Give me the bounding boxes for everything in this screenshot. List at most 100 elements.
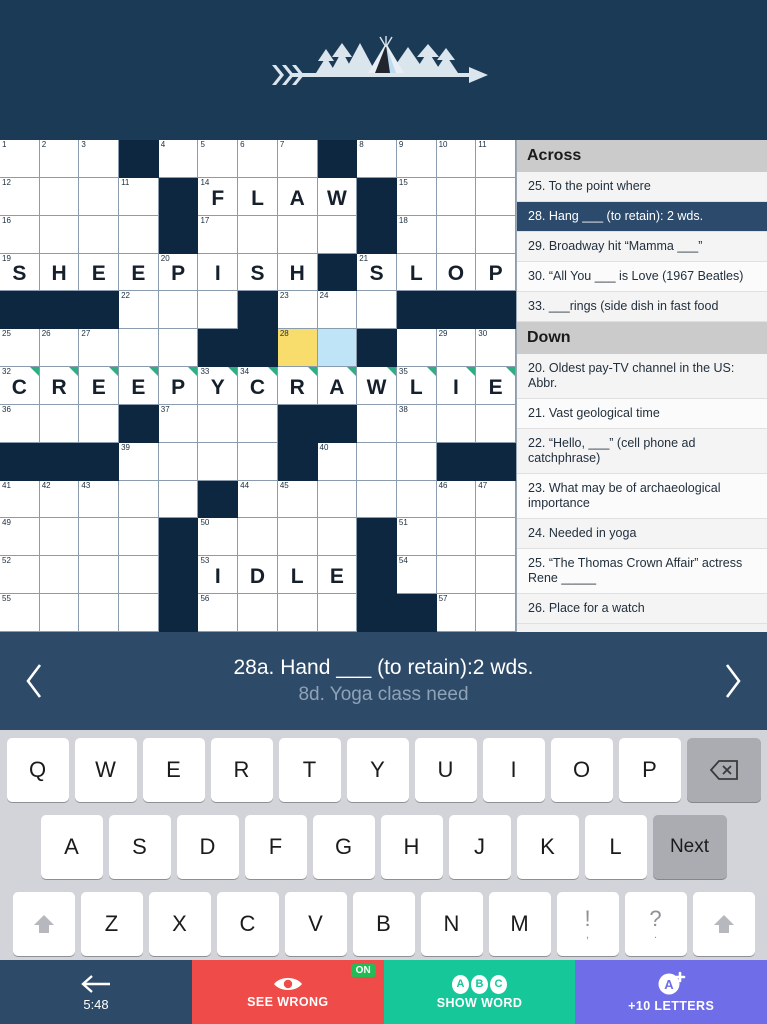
grid-cell[interactable]: 17 — [198, 215, 239, 254]
grid-cell[interactable] — [119, 594, 159, 632]
grid-cell[interactable]: A — [277, 177, 318, 216]
grid-cell[interactable] — [79, 594, 120, 632]
key-p[interactable]: P — [618, 738, 681, 802]
grid-cell[interactable]: 42 — [39, 480, 80, 519]
grid-cell[interactable] — [317, 480, 358, 519]
grid-cell[interactable]: 54 — [396, 556, 437, 595]
grid-cell[interactable] — [396, 442, 437, 481]
grid-cell[interactable] — [436, 215, 477, 254]
grid-cell[interactable]: E — [119, 367, 159, 405]
grid-cell[interactable] — [39, 594, 80, 632]
key-c[interactable]: C — [216, 892, 279, 956]
grid-cell[interactable] — [39, 215, 80, 254]
grid-cell[interactable]: 5 — [198, 140, 239, 178]
grid-cell[interactable]: 6 — [238, 140, 278, 178]
grid-cell[interactable]: 38 — [396, 404, 437, 443]
grid-cell[interactable]: 35 L — [396, 367, 437, 405]
grid-cell[interactable] — [198, 404, 239, 443]
grid-cell[interactable]: 45 — [277, 480, 318, 519]
grid-cell[interactable]: R — [39, 367, 80, 405]
grid-cell[interactable] — [119, 518, 159, 557]
down-clue-item[interactable]: 20. Oldest pay-TV channel in the US: Abb… — [517, 354, 767, 399]
key-exclamation-comma[interactable]: !, — [556, 892, 619, 956]
grid-cell[interactable] — [238, 442, 278, 481]
grid-cell[interactable]: 8 — [357, 140, 397, 178]
keyboard-row-2[interactable]: A S D F G H J K L Next — [4, 815, 763, 879]
grid-cell[interactable] — [277, 594, 318, 632]
grid-cell[interactable] — [39, 177, 80, 216]
shift-up-icon-right[interactable] — [692, 892, 755, 956]
current-clue-primary[interactable]: 28a. Hand ___ (to retain):2 wds. — [104, 654, 664, 682]
grid-cell[interactable]: 18 — [396, 215, 437, 254]
across-clue-item[interactable]: 30. “All You ___ is Love (1967 Beatles) — [517, 262, 767, 292]
key-f[interactable]: F — [244, 815, 307, 879]
grid-cell[interactable] — [119, 556, 159, 595]
across-clue-item[interactable]: 29. Broadway hit “Mamma ___” — [517, 232, 767, 262]
grid-cell[interactable] — [158, 291, 199, 330]
grid-cell[interactable]: E — [317, 556, 358, 595]
grid-cell[interactable] — [79, 215, 120, 254]
back-button[interactable]: 5:48 — [0, 960, 192, 1024]
key-q[interactable]: Q — [6, 738, 69, 802]
grid-cell[interactable]: O — [436, 253, 477, 292]
keyboard-row-3[interactable]: Z X C V B N M!,?. — [4, 892, 763, 956]
grid-cell[interactable] — [238, 594, 278, 632]
shift-up-icon-left[interactable] — [12, 892, 75, 956]
down-clue-item[interactable]: 21. Vast geological time — [517, 399, 767, 429]
grid-cell[interactable]: L — [277, 556, 318, 595]
across-clue-item[interactable]: 25. To the point where — [517, 172, 767, 202]
grid-cell[interactable]: 23 — [277, 291, 318, 330]
grid-cell[interactable]: 51 — [396, 518, 437, 557]
on-screen-keyboard[interactable]: QWERTYUIOP A S D F G H J K L Next Z X C V B N M!,?. — [0, 730, 767, 960]
grid-cell[interactable] — [119, 480, 159, 519]
backspace-icon[interactable] — [686, 738, 761, 802]
key-u[interactable]: U — [414, 738, 477, 802]
grid-cell[interactable] — [39, 404, 80, 443]
grid-cell[interactable]: I — [436, 367, 477, 405]
key-g[interactable]: G — [312, 815, 375, 879]
chevron-right-icon[interactable] — [705, 632, 761, 730]
key-m[interactable]: M — [488, 892, 551, 956]
grid-cell[interactable]: 16 — [0, 215, 40, 254]
grid-cell[interactable]: 27 — [79, 329, 120, 368]
grid-cell[interactable]: 43 — [79, 480, 120, 519]
keyboard-row-1[interactable]: QWERTYUIOP — [4, 738, 763, 802]
grid-cell[interactable]: 1 — [0, 140, 40, 178]
grid-cell[interactable]: 47 — [476, 480, 516, 519]
grid-cell[interactable] — [357, 480, 397, 519]
current-clue-secondary[interactable]: 8d. Yoga class need — [104, 682, 664, 708]
grid-cell[interactable]: H — [277, 253, 318, 292]
key-o[interactable]: O — [550, 738, 613, 802]
clue-list-panel[interactable]: Across 25. To the point where 28. Hang __… — [516, 140, 767, 632]
grid-cell[interactable]: 41 — [0, 480, 40, 519]
key-a[interactable]: A — [40, 815, 103, 879]
grid-cell[interactable]: W — [357, 367, 397, 405]
key-j[interactable]: J — [448, 815, 511, 879]
grid-cell[interactable] — [476, 594, 516, 632]
add-letters-button[interactable]: A +10 LETTERS — [575, 960, 767, 1024]
grid-cell[interactable]: P — [476, 253, 516, 292]
grid-cell[interactable] — [158, 442, 199, 481]
grid-cell[interactable]: D — [238, 556, 278, 595]
grid-cell[interactable]: 3 — [79, 140, 120, 178]
key-question-period[interactable]: ?. — [624, 892, 687, 956]
grid-cell[interactable]: 44 — [238, 480, 278, 519]
grid-cell[interactable]: 39 — [119, 442, 159, 481]
grid-cell[interactable]: 40 — [317, 442, 358, 481]
grid-cell[interactable] — [317, 518, 358, 557]
grid-cell[interactable]: 56 — [198, 594, 239, 632]
grid-cell[interactable] — [277, 518, 318, 557]
grid-cell[interactable] — [436, 404, 477, 443]
grid-cell[interactable]: 33 Y — [198, 367, 239, 405]
grid-cell[interactable]: 20 P — [158, 253, 199, 292]
grid-cell[interactable] — [476, 177, 516, 216]
grid-cell[interactable] — [119, 329, 159, 368]
grid-cell[interactable]: 28 — [277, 329, 318, 368]
grid-cell[interactable]: L — [396, 253, 437, 292]
key-b[interactable]: B — [352, 892, 415, 956]
grid-cell[interactable] — [357, 404, 397, 443]
grid-cell[interactable]: 4 — [158, 140, 199, 178]
key-h[interactable]: H — [380, 815, 443, 879]
across-clue-item[interactable]: 33. ___rings (side dish in fast food — [517, 292, 767, 322]
grid-cell[interactable] — [317, 594, 358, 632]
